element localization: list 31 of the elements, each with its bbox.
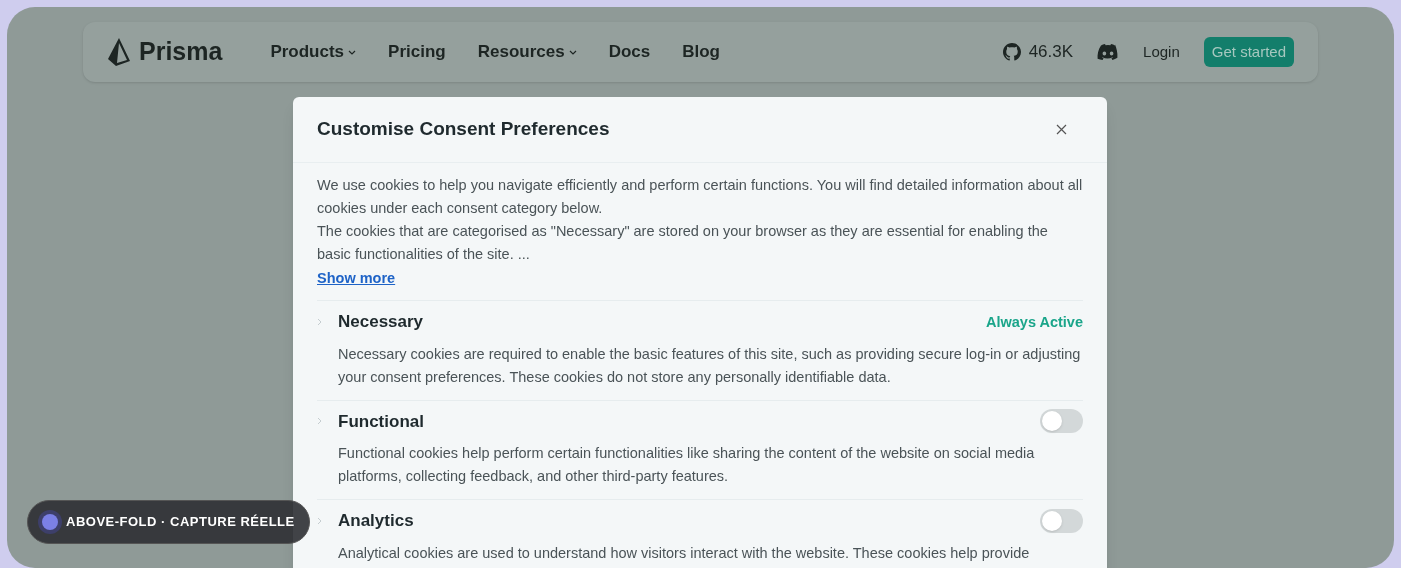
intro-paragraph: The cookies that are categorised as "Necessary" are stored on your browser as they are essential for enabling the basic functionalities of the site. ...: [317, 222, 1049, 264]
category-description: Analytical cookies are used to understand how visitors interact with the website. These cookies help provide: [337, 543, 1031, 563]
github-icon: [1002, 43, 1021, 61]
login-link[interactable]: Login: [1143, 40, 1180, 64]
always-active-status: Always Active: [986, 313, 1083, 330]
category-name[interactable]: Necessary: [338, 309, 424, 335]
show-more-link[interactable]: Show more: [317, 266, 396, 290]
nav-link[interactable]: Resources: [477, 39, 577, 65]
chevron-right-icon[interactable]: [317, 417, 322, 426]
category-name[interactable]: Functional: [338, 408, 424, 434]
nav-link[interactable]: Docs: [608, 39, 651, 65]
category-description: Functional cookies help perform certain functionalities like sharing the content of the website on social media platforms, collecting feedback, and other third-party features.: [337, 444, 1036, 486]
badge-label: ABOVE-FOLD · CAPTURE RÉELLE: [66, 513, 295, 532]
chevron-right-icon[interactable]: [317, 516, 322, 525]
close-icon: [1056, 124, 1067, 135]
chevron-down-icon: [348, 49, 357, 55]
intro-paragraph: We use cookies to help you navigate efficiently and perform certain functions. You will find detailed information about all cookies under each consent category below.: [317, 176, 1083, 218]
toggle-switch[interactable]: [1040, 508, 1083, 533]
prism-logo-icon[interactable]: [107, 37, 131, 67]
nav-link[interactable]: Blog: [682, 39, 720, 65]
dialog-title: Customise Consent Preferences: [317, 117, 610, 142]
category-name[interactable]: Analytics: [338, 508, 414, 534]
nav-link[interactable]: Pricing: [388, 39, 446, 65]
chevron-down-icon: [568, 49, 577, 55]
toggle-switch[interactable]: [1040, 409, 1083, 434]
nav-link[interactable]: Products: [270, 39, 357, 65]
brand-name[interactable]: Prisma: [139, 33, 223, 71]
github-stars-link[interactable]: 46.3K: [1002, 39, 1074, 65]
chevron-right-icon[interactable]: [317, 317, 322, 326]
category-description: Necessary cookies are required to enable the basic features of this site, such as providing secure log-in or adjusting your consent preferences. These cookies do not store any personally identifiable data.: [337, 344, 1082, 387]
chat-controller-icon[interactable]: [1097, 44, 1120, 60]
